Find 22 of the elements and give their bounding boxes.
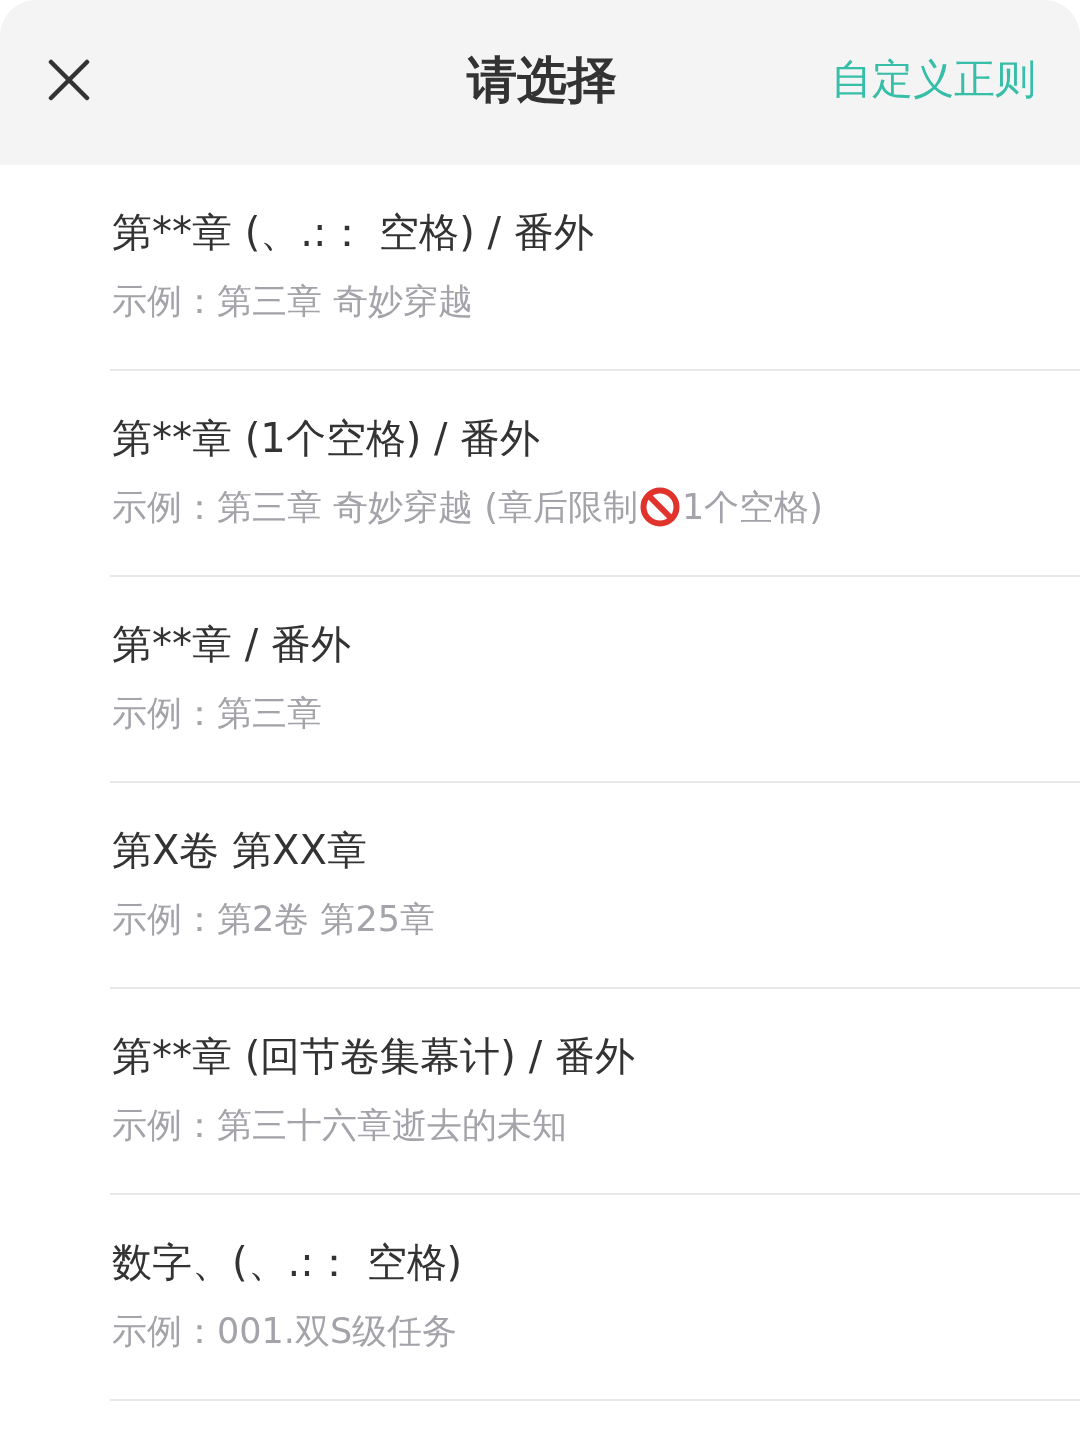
example-text: 示例：第三章 奇妙穿越 (章后限制	[112, 486, 638, 529]
example-text: 示例：第三章 奇妙穿越	[112, 280, 474, 323]
rule-option[interactable]: 数字、(、.:： 空格) 示例：001.双S级任务	[110, 1195, 1080, 1401]
example-text: 示例：第三章	[112, 692, 322, 735]
example-text: 示例：001.双S级任务	[112, 1310, 458, 1353]
example-text: 1个空格)	[681, 486, 823, 529]
rule-title: 第**章 / 番外	[112, 621, 351, 667]
rule-title: 数字、(、.:： 空格)	[112, 1239, 463, 1285]
rule-option[interactable]: 第**章 (1个空格) / 番外 示例：第三章 奇妙穿越 (章后限制 1个空格)	[110, 371, 1080, 577]
rule-option[interactable]: 第X卷 第XX章 示例：第2卷 第25章	[110, 783, 1080, 989]
prohibited-icon	[639, 487, 680, 527]
sheet-title: 请选择	[467, 49, 617, 110]
rule-option[interactable]: 第**章 / 番外 示例：第三章	[110, 577, 1080, 783]
example-text: 示例：第2卷 第25章	[112, 898, 435, 941]
rule-title: 第**章 (回节卷集幕计) / 番外	[112, 1033, 635, 1079]
rule-option[interactable]: 第**章 (、.:： 空格) / 番外 示例：第三章 奇妙穿越	[110, 165, 1080, 371]
example-text: 示例：第三十六章逝去的未知	[112, 1104, 567, 1147]
close-icon[interactable]	[48, 58, 90, 101]
rule-option[interactable]: 第**章 (回节卷集幕计) / 番外 示例：第三十六章逝去的未知	[110, 989, 1080, 1195]
rule-title: 第**章 (、.:： 空格) / 番外	[112, 209, 594, 255]
rule-title: 第**章 (1个空格) / 番外	[112, 415, 541, 461]
rule-title: 第X卷 第XX章	[112, 827, 367, 873]
